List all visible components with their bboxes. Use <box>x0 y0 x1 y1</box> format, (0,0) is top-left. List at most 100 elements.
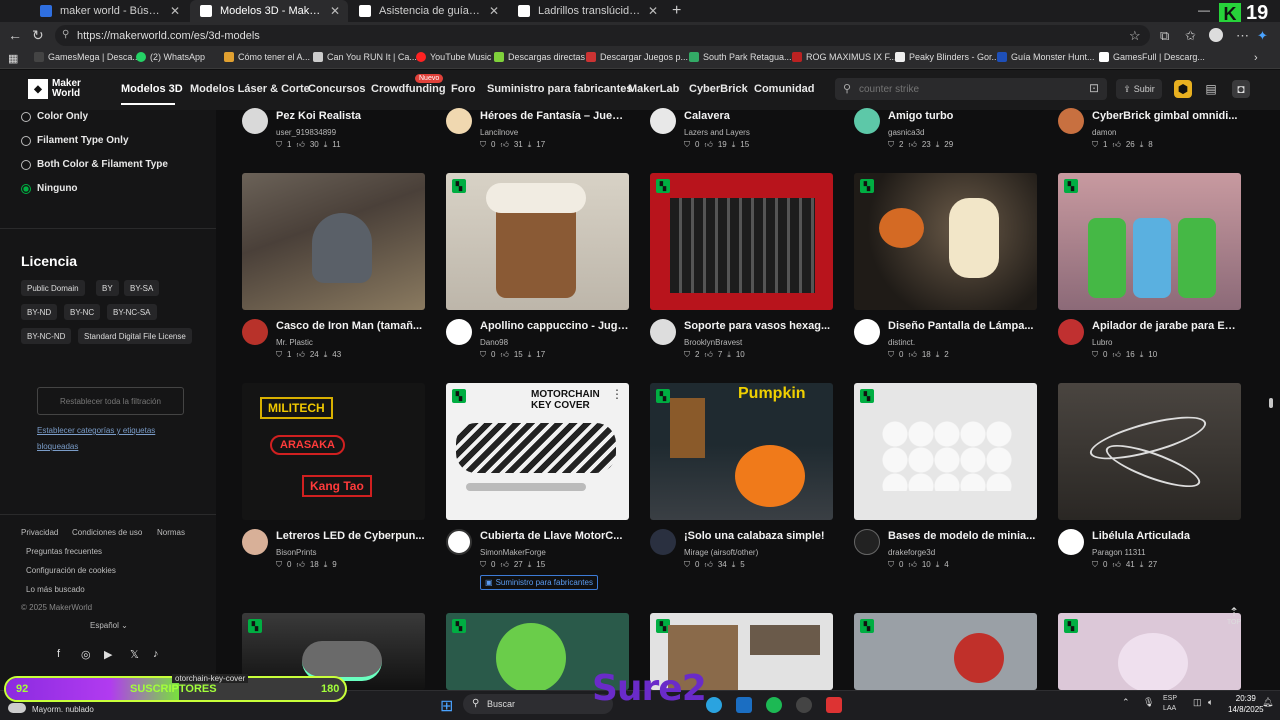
model-thumbnail[interactable]: ▚ <box>854 383 1037 520</box>
tab-needle-guide[interactable]: Asistencia de guía de aguja magnét ✕ <box>349 0 507 22</box>
tiktok-icon[interactable]: ♪ <box>153 648 159 660</box>
scrollbar-thumb[interactable] <box>1269 398 1273 408</box>
model-author[interactable]: Lazers and Layers <box>684 128 750 137</box>
model-thumbnail[interactable]: MILITECH ARASAKA Kang Tao <box>242 383 425 520</box>
model-thumbnail[interactable]: ▚ Pumpkin <box>650 383 833 520</box>
model-author[interactable]: SimonMakerForge <box>480 548 546 557</box>
points-icon[interactable]: ⬢ <box>1174 80 1192 98</box>
model-title[interactable]: Pez Koi Realista <box>276 110 425 122</box>
bookmark-item[interactable]: Descargas directas <box>494 52 585 62</box>
author-avatar[interactable] <box>1058 529 1084 555</box>
model-author[interactable]: distinct. <box>888 338 915 347</box>
app-icon[interactable] <box>796 697 812 713</box>
model-thumbnail[interactable]: ▚ <box>1058 613 1241 690</box>
model-author[interactable]: user_919834899 <box>276 128 336 137</box>
nav-makerlab[interactable]: MakerLab <box>628 83 679 95</box>
reload-icon[interactable]: ↻ <box>32 27 44 44</box>
site-info-icon[interactable]: ⚲ <box>62 29 69 40</box>
mic-icon[interactable]: 🎙︎ <box>1143 697 1154 708</box>
chevron-right-icon[interactable]: › <box>1254 52 1258 64</box>
close-icon[interactable]: ✕ <box>648 4 658 18</box>
license-chip[interactable]: BY-ND <box>21 304 58 320</box>
license-chip[interactable]: Standard Digital File License <box>78 328 192 344</box>
model-author[interactable]: Mirage (airsoft/other) <box>684 548 758 557</box>
model-card[interactable]: ▚ Apilador de jarabe para ES... Lubro ⛉ 0… <box>1058 173 1241 363</box>
more-options-icon[interactable]: ⋮ <box>611 387 623 401</box>
footer-cookies-link[interactable]: Configuración de cookies <box>26 566 116 575</box>
close-icon[interactable]: ✕ <box>170 4 180 18</box>
profile-avatar[interactable] <box>1209 28 1223 42</box>
author-avatar[interactable] <box>854 529 880 555</box>
reset-filters-button[interactable]: Restablecer toda la filtración <box>37 387 184 415</box>
license-chip[interactable]: BY-SA <box>124 280 160 296</box>
author-avatar[interactable] <box>446 319 472 345</box>
model-title[interactable]: Soporte para vasos hexag... <box>684 320 833 332</box>
model-title[interactable]: Cubierta de Llave MotorC... <box>480 530 629 542</box>
youtube-icon[interactable]: ▶ <box>104 648 112 661</box>
language-indicator[interactable]: ESP LAA <box>1163 694 1177 714</box>
model-thumbnail[interactable]: ▚ <box>446 173 629 310</box>
bookmark-item[interactable]: Guía Monster Hunt... <box>997 52 1095 62</box>
menu-icon[interactable]: ⋯ <box>1236 28 1249 44</box>
model-author[interactable]: BrooklynBravest <box>684 338 742 347</box>
bookmark-item[interactable]: Cómo tener el A... <box>224 52 310 62</box>
model-title[interactable]: Calavera <box>684 110 833 122</box>
network-icon[interactable]: ◫ <box>1193 697 1202 708</box>
model-card[interactable]: MILITECH ARASAKA Kang Tao Letreros LED d… <box>242 383 425 593</box>
model-author[interactable]: gasnica3d <box>888 128 924 137</box>
model-author[interactable]: Lancilnove <box>480 128 518 137</box>
bookmark-item[interactable]: (2) WhatsApp <box>136 52 205 62</box>
bookmarks-folder-icon[interactable]: ▦ <box>8 52 18 65</box>
filter-color-only[interactable]: Color Only <box>21 111 88 122</box>
blocked-tags-link[interactable]: Establecer categorías y etiquetas bloque… <box>37 423 177 455</box>
model-author[interactable]: drakeforge3d <box>888 548 935 557</box>
model-thumbnail[interactable]: ▚ <box>1058 173 1241 310</box>
license-chip[interactable]: Public Domain <box>21 280 85 296</box>
search-input[interactable] <box>859 81 1059 97</box>
tab-bricks[interactable]: Ladrillos translúcidos - muros func ✕ <box>508 0 666 22</box>
makerworld-logo[interactable]: ◆ Maker World <box>28 79 81 99</box>
footer-terms-link[interactable]: Condiciones de uso <box>72 528 142 537</box>
language-select[interactable]: Español ⌄ <box>90 621 128 630</box>
author-avatar[interactable] <box>1058 319 1084 345</box>
app-icon[interactable] <box>826 697 842 713</box>
minimize-icon[interactable]: — <box>1198 3 1210 17</box>
maker-supply-badge[interactable]: ▣ Suministro para fabricantes <box>480 575 598 590</box>
bookmark-item[interactable]: YouTube Music <box>416 52 491 62</box>
taskbar-clock[interactable]: 20:39 14/8/2025 <box>1228 693 1264 715</box>
footer-faq-link[interactable]: Preguntas frecuentes <box>26 547 102 556</box>
author-avatar[interactable] <box>854 108 880 134</box>
author-avatar[interactable] <box>650 108 676 134</box>
outlook-icon[interactable] <box>736 697 752 713</box>
model-title[interactable]: ¡Solo una calabaza simple! <box>684 530 833 542</box>
model-title[interactable]: CyberBrick gimbal omnidi... <box>1092 110 1241 122</box>
model-title[interactable]: Héroes de Fantasía – Juego... <box>480 110 629 122</box>
author-avatar[interactable] <box>854 319 880 345</box>
model-author[interactable]: Mr. Plastic <box>276 338 313 347</box>
nav-forum[interactable]: Foro <box>451 83 475 95</box>
model-title[interactable]: Bases de modelo de minia... <box>888 530 1037 542</box>
license-chip[interactable]: BY <box>96 280 119 296</box>
model-thumbnail[interactable] <box>242 173 425 310</box>
model-card[interactable]: ▚ Bases de modelo de minia... drakeforge… <box>854 383 1037 593</box>
model-thumbnail[interactable]: ▚ ⋮ MOTORCHAIN KEY COVER <box>446 383 629 520</box>
footer-most-searched-link[interactable]: Lo más buscado <box>26 585 85 594</box>
author-avatar[interactable] <box>650 529 676 555</box>
bookmark-item[interactable]: Can You RUN It | Ca... <box>313 52 417 62</box>
nav-maker-supply[interactable]: Suministro para fabricantes <box>487 83 633 95</box>
nav-community[interactable]: Comunidad <box>754 83 815 95</box>
author-avatar[interactable] <box>446 108 472 134</box>
bookmark-item[interactable]: GamesFull | Descarg... <box>1099 52 1205 62</box>
model-thumbnail[interactable]: ▚ <box>650 173 833 310</box>
bookmark-item[interactable]: Peaky Blinders - Gor... <box>895 52 999 62</box>
license-chip[interactable]: BY-NC-ND <box>21 328 72 344</box>
model-card[interactable]: ▚ Diseño Pantalla de Lámpa... distinct. … <box>854 173 1037 363</box>
tab-search[interactable]: maker world - Búsqueda ✕ <box>30 0 188 22</box>
model-title[interactable]: Libélula Articulada <box>1092 530 1241 542</box>
footer-rules-link[interactable]: Normas <box>157 528 185 537</box>
author-avatar[interactable] <box>650 319 676 345</box>
new-tab-icon[interactable]: + <box>672 2 681 20</box>
edge-icon[interactable] <box>706 697 722 713</box>
filter-none[interactable]: Ninguno <box>21 183 78 194</box>
user-avatar[interactable]: ◘ <box>1232 80 1250 98</box>
